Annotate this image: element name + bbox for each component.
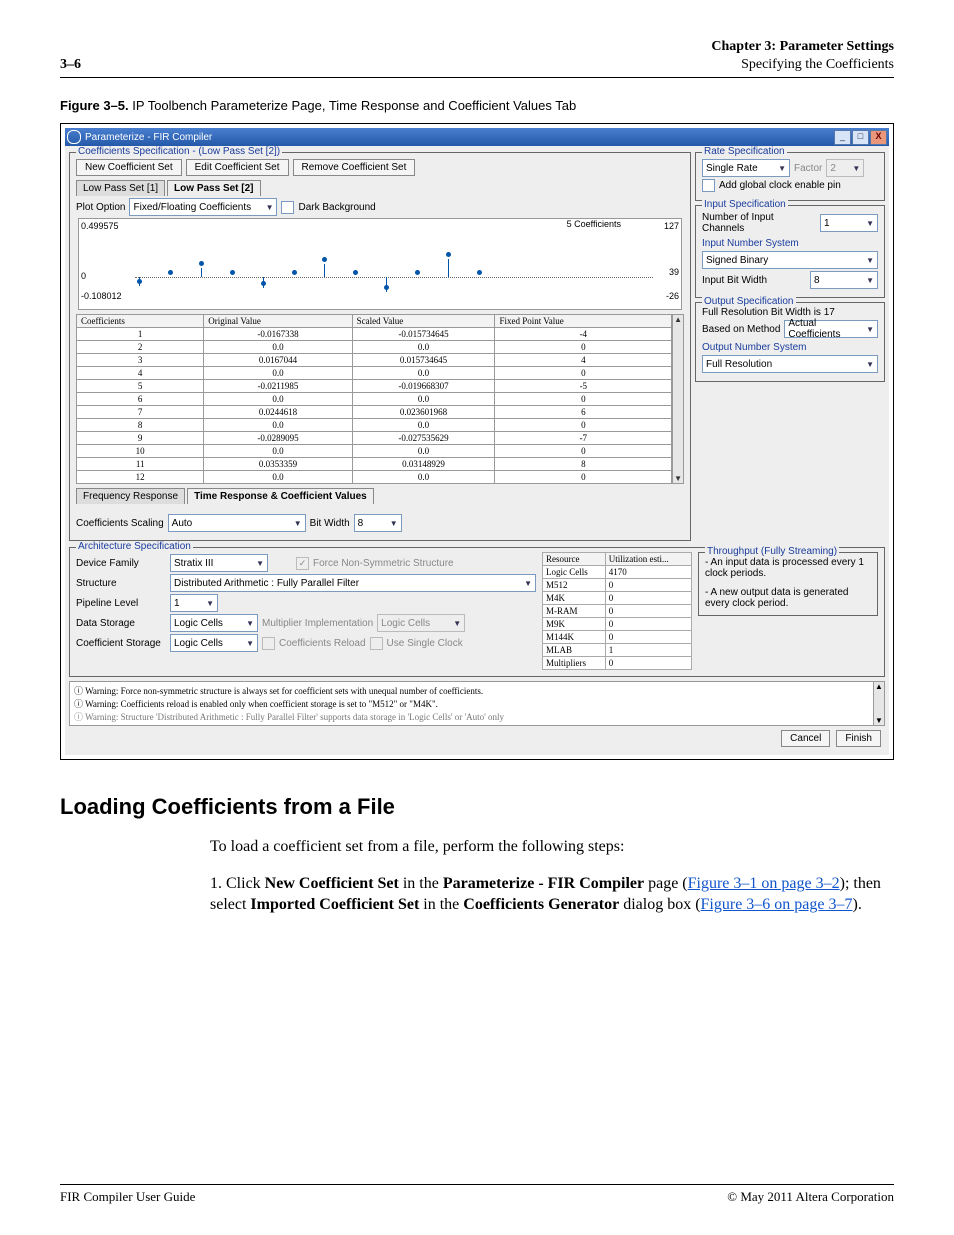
page-footer: FIR Compiler User Guide © May 2011 Alter… [60, 1184, 894, 1205]
table-row: 5-0.0211985-0.019668307-5 [77, 380, 672, 393]
dialog-titlebar[interactable]: Parameterize - FIR Compiler _ □ X [65, 128, 889, 146]
method-select[interactable]: Actual Coefficients▼ [784, 320, 878, 338]
section-body: To load a coefficient set from a file, p… [210, 836, 894, 915]
tab-lowpass1[interactable]: Low Pass Set [1] [76, 180, 165, 196]
table-row: 120.00.00 [77, 471, 672, 484]
cancel-button[interactable]: Cancel [781, 730, 830, 747]
app-icon [67, 130, 81, 144]
table-row: 20.00.00 [77, 341, 672, 354]
table-row: M-RAM0 [543, 605, 692, 618]
coef-table-scrollbar[interactable]: ▲▼ [672, 314, 684, 484]
input-bitwidth-select[interactable]: 8▼ [810, 271, 878, 289]
maximize-button[interactable]: □ [852, 130, 869, 145]
plot-option-select[interactable]: Fixed/Floating Coefficients▼ [129, 198, 277, 216]
table-row: 100.00.00 [77, 445, 672, 458]
table-row: 30.01670440.0157346454 [77, 354, 672, 367]
table-row: 70.02446180.0236019686 [77, 406, 672, 419]
new-coef-button[interactable]: New Coefficient Set [76, 159, 182, 176]
page-number: 3–6 [60, 57, 81, 73]
header-rule [60, 77, 894, 78]
dark-bg-checkbox[interactable] [281, 201, 294, 214]
table-row: M9K0 [543, 618, 692, 631]
table-row: M144K0 [543, 631, 692, 644]
figure-frame: Parameterize - FIR Compiler _ □ X Coeffi… [60, 123, 894, 760]
warning-line: ⓘ Warning: Coefficients reload is enable… [74, 697, 880, 710]
table-row: MLAB1 [543, 644, 692, 657]
singleclock-checkbox [370, 637, 383, 650]
output-numsys-select[interactable]: Full Resolution▼ [702, 355, 878, 373]
bitwidth-select[interactable]: 8▼ [354, 514, 402, 532]
bitwidth-label: Bit Width [310, 518, 350, 529]
datastorage-select[interactable]: Logic Cells▼ [170, 614, 258, 632]
tab-freq-response[interactable]: Frequency Response [76, 488, 185, 504]
warning-line: ⓘ Warning: Force non-symmetric structure… [74, 684, 880, 697]
finish-button[interactable]: Finish [836, 730, 881, 747]
close-button[interactable]: X [870, 130, 887, 145]
coef-table-wrap: CoefficientsOriginal ValueScaled ValueFi… [76, 314, 684, 484]
figure-caption: Figure 3–5. IP Toolbench Parameterize Pa… [60, 98, 894, 113]
table-row: M5120 [543, 579, 692, 592]
scaling-label: Coefficients Scaling [76, 518, 164, 529]
coef-chart: 5 Coefficients 0.499575 0 -0.108012 127 … [78, 218, 682, 310]
table-row: 110.03533590.031489298 [77, 458, 672, 471]
chapter-title: Chapter 3: Parameter Settings [711, 38, 894, 56]
output-panel: Output Specification Full Resolution Bit… [695, 302, 885, 382]
table-row: 40.00.00 [77, 367, 672, 380]
dialog-title: Parameterize - FIR Compiler [85, 132, 212, 143]
coefstorage-select[interactable]: Logic Cells▼ [170, 634, 258, 652]
force-nonsym-checkbox: ✓ [296, 557, 309, 570]
table-row: Multipliers0 [543, 657, 692, 670]
table-row: 9-0.0289095-0.027535629-7 [77, 432, 672, 445]
resource-table: ResourceUtilization esti...Logic Cells41… [542, 552, 692, 670]
pipeline-select[interactable]: 1▼ [170, 594, 218, 612]
input-panel: Input Specification Number of Input Chan… [695, 205, 885, 298]
rate-select[interactable]: Single Rate▼ [702, 159, 790, 177]
table-row: 60.00.00 [77, 393, 672, 406]
figure-3-6-link[interactable]: Figure 3–6 on page 3–7 [701, 896, 853, 913]
device-select[interactable]: Stratix III▼ [170, 554, 268, 572]
edit-coef-button[interactable]: Edit Coefficient Set [186, 159, 289, 176]
architecture-panel: Architecture Specification Device Family… [69, 547, 885, 677]
scaling-select[interactable]: Auto▼ [168, 514, 306, 532]
reload-checkbox [262, 637, 275, 650]
tab-time-response[interactable]: Time Response & Coefficient Values [187, 488, 374, 504]
warning-line: ⓘ Warning: Structure 'Distributed Arithm… [74, 710, 880, 723]
section-title: Specifying the Coefficients [711, 56, 894, 74]
clock-enable-checkbox[interactable] [702, 179, 715, 192]
rate-panel: Rate Specification Single Rate▼ Factor 2… [695, 152, 885, 201]
section-heading: Loading Coefficients from a File [60, 794, 894, 820]
coef-spec-panel: Coefficients Specification - (Low Pass S… [69, 152, 691, 541]
factor-select: 2▼ [826, 159, 864, 177]
figure-3-1-link[interactable]: Figure 3–1 on page 3–2 [688, 875, 840, 892]
structure-select[interactable]: Distributed Arithmetic : Fully Parallel … [170, 574, 536, 592]
warnings-panel: ⓘ Warning: Force non-symmetric structure… [69, 681, 885, 726]
channels-select[interactable]: 1▼ [820, 214, 878, 232]
table-row: M4K0 [543, 592, 692, 605]
remove-coef-button[interactable]: Remove Coefficient Set [293, 159, 416, 176]
input-numsys-select[interactable]: Signed Binary▼ [702, 251, 878, 269]
minimize-button[interactable]: _ [834, 130, 851, 145]
coef-table: CoefficientsOriginal ValueScaled ValueFi… [76, 314, 672, 484]
table-row: Logic Cells4170 [543, 566, 692, 579]
dialog-window: Parameterize - FIR Compiler _ □ X Coeffi… [65, 128, 889, 755]
tab-lowpass2[interactable]: Low Pass Set [2] [167, 180, 260, 196]
multiplier-select: Logic Cells▼ [377, 614, 465, 632]
table-row: 1-0.0167338-0.015734645-4 [77, 328, 672, 341]
table-row: 80.00.00 [77, 419, 672, 432]
warnings-scrollbar[interactable]: ▲▼ [873, 682, 884, 725]
plot-option-label: Plot Option [76, 202, 125, 213]
